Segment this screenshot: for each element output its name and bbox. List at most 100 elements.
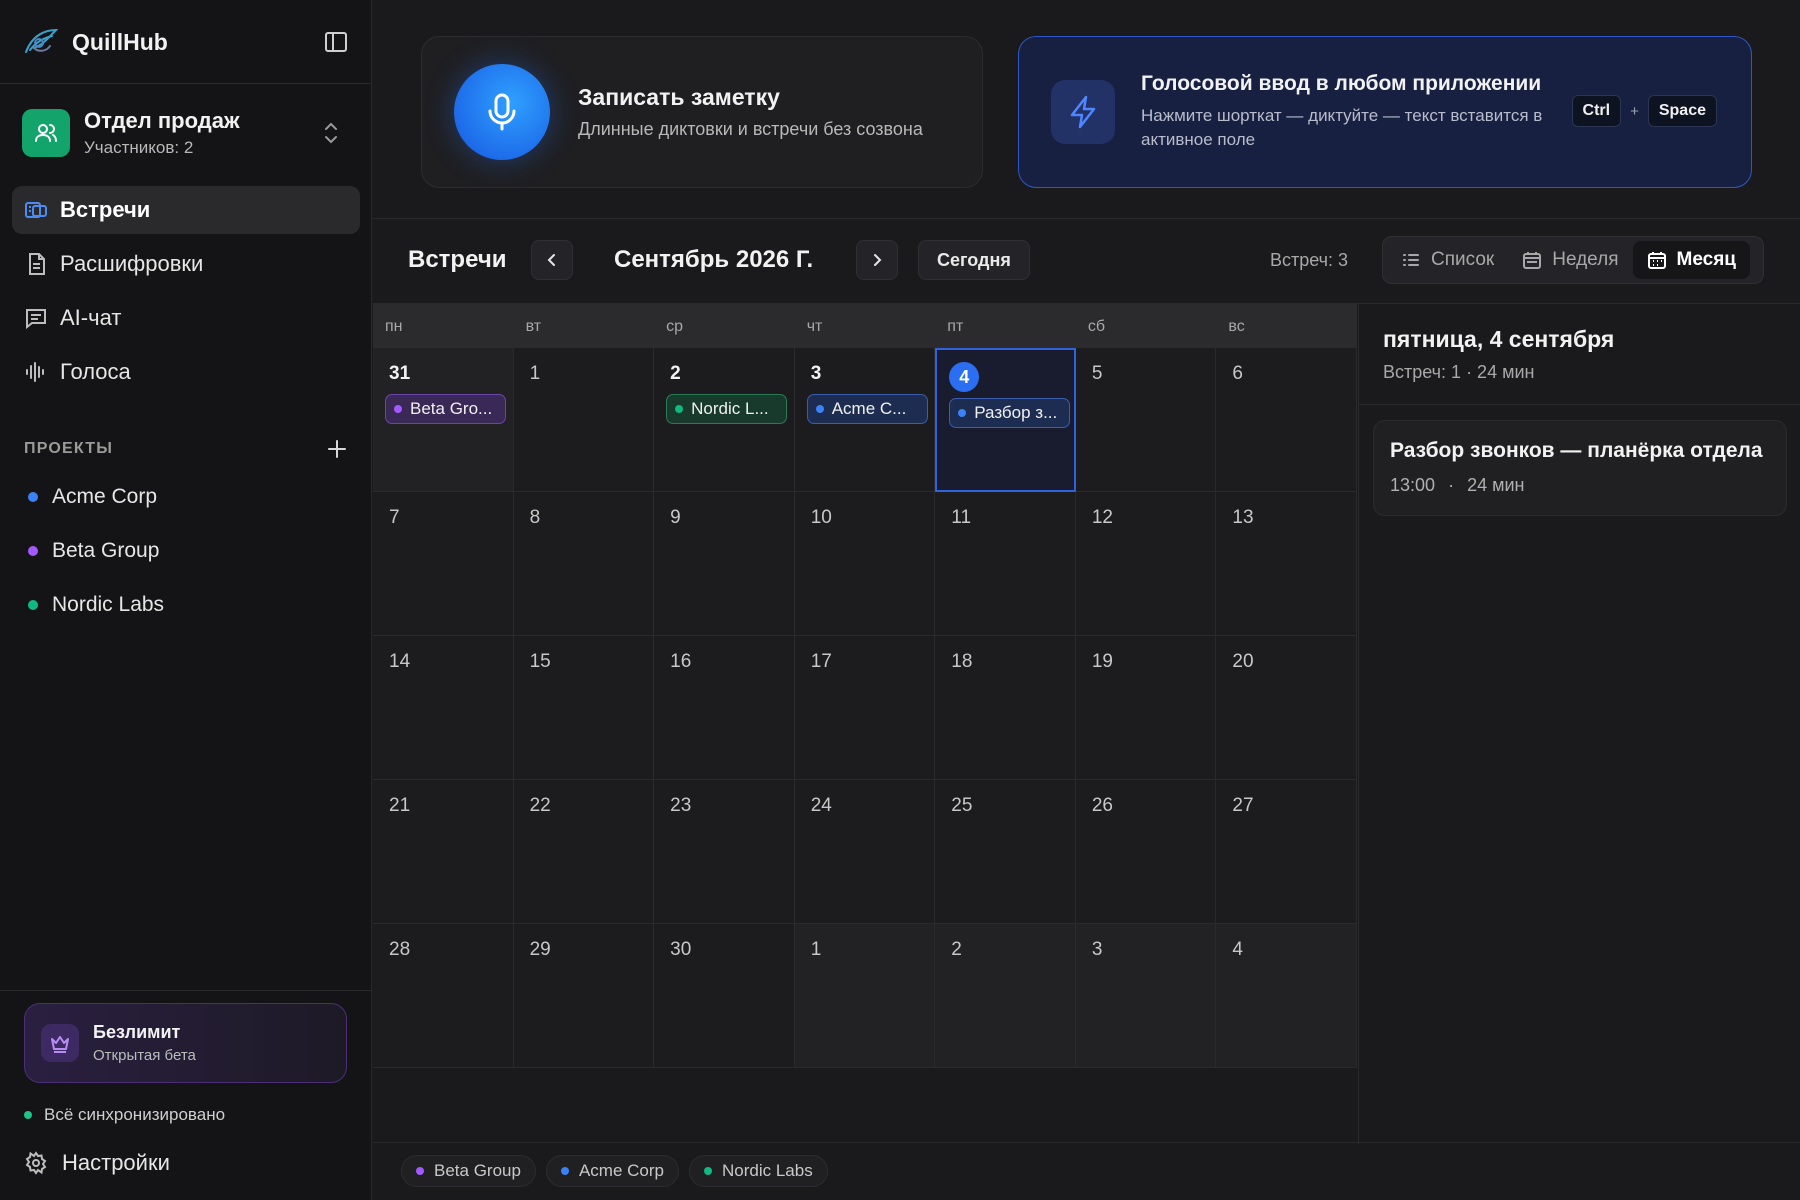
event-chip-acme[interactable]: Acme C... — [806, 394, 928, 424]
day-cell[interactable]: 15 — [513, 636, 655, 780]
day-cell[interactable]: 30 — [654, 924, 795, 1068]
plus-icon[interactable] — [326, 438, 348, 460]
day-cell[interactable]: 8 — [513, 492, 655, 636]
day-cell-selected[interactable]: 4 Разбор з... — [935, 348, 1076, 492]
day-cell[interactable]: 14 — [373, 636, 514, 780]
day-cell[interactable]: 1 — [513, 348, 655, 492]
day-summary: Встреч: 1 · 24 мин — [1383, 362, 1535, 382]
day-cell[interactable]: 4 — [1216, 924, 1357, 1068]
meetings-icon — [24, 198, 48, 222]
sidebar-toggle-icon[interactable] — [322, 28, 350, 56]
day-number: 6 — [1232, 363, 1243, 384]
quillhub-logo-icon — [22, 26, 58, 58]
day-number: 1 — [529, 363, 541, 384]
day-cell[interactable]: 16 — [654, 636, 795, 780]
key-space: Space — [1647, 95, 1717, 127]
event-label: Разбор з... — [974, 403, 1058, 422]
chevron-up-down-icon[interactable] — [322, 120, 340, 146]
today-button[interactable]: Сегодня — [918, 240, 1030, 280]
legend-chip-beta[interactable]: Beta Group — [401, 1155, 536, 1187]
view-list-label: Список — [1431, 249, 1495, 270]
record-title: Записать заметку — [578, 84, 780, 110]
legend-dot — [416, 1167, 424, 1175]
day-cell[interactable]: 19 — [1075, 636, 1217, 780]
day-cell[interactable]: 29 — [513, 924, 655, 1068]
day-cell[interactable]: 1 — [794, 924, 936, 1068]
waveform-icon — [24, 360, 48, 384]
project-item-nordic[interactable]: Nordic Labs — [28, 578, 348, 632]
brand[interactable]: QuillHub — [22, 22, 350, 62]
day-cell[interactable]: 23 — [654, 780, 795, 924]
legend-chip-nordic[interactable]: Nordic Labs — [688, 1155, 828, 1187]
meeting-time: 13:00 — [1390, 475, 1436, 495]
calendar-title: Встречи — [408, 246, 507, 273]
day-cell[interactable]: 7 — [373, 492, 514, 636]
day-cell[interactable]: 24 — [794, 780, 936, 924]
day-cell[interactable]: 3 — [1075, 924, 1217, 1068]
event-chip-acme[interactable]: Разбор з... — [949, 398, 1071, 428]
meeting-duration: 24 мин — [1467, 475, 1525, 495]
record-note-card[interactable]: Записать заметку Длинные диктовки и встр… — [421, 36, 983, 188]
day-cell[interactable]: 27 — [1216, 780, 1357, 924]
meeting-count: Встреч: 3 — [1270, 250, 1349, 270]
view-month-button[interactable]: Месяц — [1632, 241, 1750, 279]
meeting-sep: · — [1448, 475, 1455, 495]
main-nav: Встречи Расшифровки AI-чат Голоса — [12, 186, 360, 402]
day-cell[interactable]: 12 — [1075, 492, 1217, 636]
voice-subtitle: Нажмите шорткат — диктуйте — текст встав… — [1141, 106, 1543, 149]
divider — [373, 218, 1800, 219]
event-label: Beta Gro... — [410, 399, 493, 418]
plan-card[interactable]: Безлимит Открытая бета — [24, 1003, 347, 1083]
day-cell[interactable]: 17 — [794, 636, 936, 780]
day-cell[interactable]: 28 — [373, 924, 514, 1068]
chevron-left-icon — [547, 254, 555, 266]
sync-dot — [24, 1111, 32, 1119]
day-cell[interactable]: 20 — [1216, 636, 1357, 780]
day-number: 27 — [1232, 795, 1254, 816]
day-cell[interactable]: 6 — [1216, 348, 1357, 492]
day-cell[interactable]: 25 — [935, 780, 1076, 924]
day-cell[interactable]: 26 — [1075, 780, 1217, 924]
view-list-button[interactable]: Список — [1387, 241, 1508, 279]
project-item-acme[interactable]: Acme Corp — [28, 470, 348, 524]
legend-chip-acme[interactable]: Acme Corp — [545, 1155, 679, 1187]
meeting-card[interactable]: Разбор звонков — планёрка отдела 13:00 ·… — [1373, 420, 1787, 516]
team-switcher[interactable]: Отдел продаж Участников: 2 — [22, 100, 350, 166]
settings-button[interactable]: Настройки — [24, 1148, 170, 1178]
view-week-button[interactable]: Неделя — [1508, 241, 1632, 279]
legend-label: Acme Corp — [578, 1161, 664, 1180]
day-cell[interactable]: 2 — [935, 924, 1076, 1068]
nav-item-transcripts[interactable]: Расшифровки — [12, 240, 360, 288]
day-number: 16 — [670, 651, 692, 672]
day-cell[interactable]: 10 — [794, 492, 936, 636]
day-cell[interactable]: 21 — [373, 780, 514, 924]
nav-item-voices[interactable]: Голоса — [12, 348, 360, 396]
nav-item-meetings[interactable]: Встречи — [12, 186, 360, 234]
voice-title: Голосовой ввод в любом приложении — [1141, 72, 1542, 95]
day-cell[interactable]: 22 — [513, 780, 655, 924]
record-subtitle: Длинные диктовки и встречи без созвона — [578, 119, 923, 139]
voice-input-card[interactable]: Голосовой ввод в любом приложении Нажмит… — [1018, 36, 1752, 188]
day-number: 23 — [670, 795, 692, 816]
chat-icon — [24, 306, 48, 330]
day-cell[interactable]: 9 — [654, 492, 795, 636]
event-chip-nordic[interactable]: Nordic L... — [666, 394, 788, 424]
project-item-beta[interactable]: Beta Group — [28, 524, 348, 578]
brand-name: QuillHub — [72, 28, 168, 55]
next-month-button[interactable] — [856, 240, 898, 280]
day-cell[interactable]: 5 — [1075, 348, 1217, 492]
day-number: 10 — [810, 507, 832, 528]
key-plus: + — [1630, 102, 1639, 120]
prev-month-button[interactable] — [531, 240, 573, 280]
event-chip-beta[interactable]: Beta Gro... — [385, 394, 506, 424]
day-number: 22 — [529, 795, 551, 816]
legend-label: Beta Group — [434, 1161, 521, 1180]
day-cell[interactable]: 3 Acme C... — [794, 348, 936, 492]
day-cell[interactable]: 2 Nordic L... — [654, 348, 795, 492]
project-legend-bar: Beta Group Acme Corp Nordic Labs — [373, 1142, 1800, 1200]
nav-item-ai-chat[interactable]: AI-чат — [12, 294, 360, 342]
day-cell[interactable]: 18 — [935, 636, 1076, 780]
day-cell[interactable]: 11 — [935, 492, 1076, 636]
day-cell[interactable]: 31 Beta Gro... — [373, 348, 514, 492]
day-cell[interactable]: 13 — [1216, 492, 1357, 636]
